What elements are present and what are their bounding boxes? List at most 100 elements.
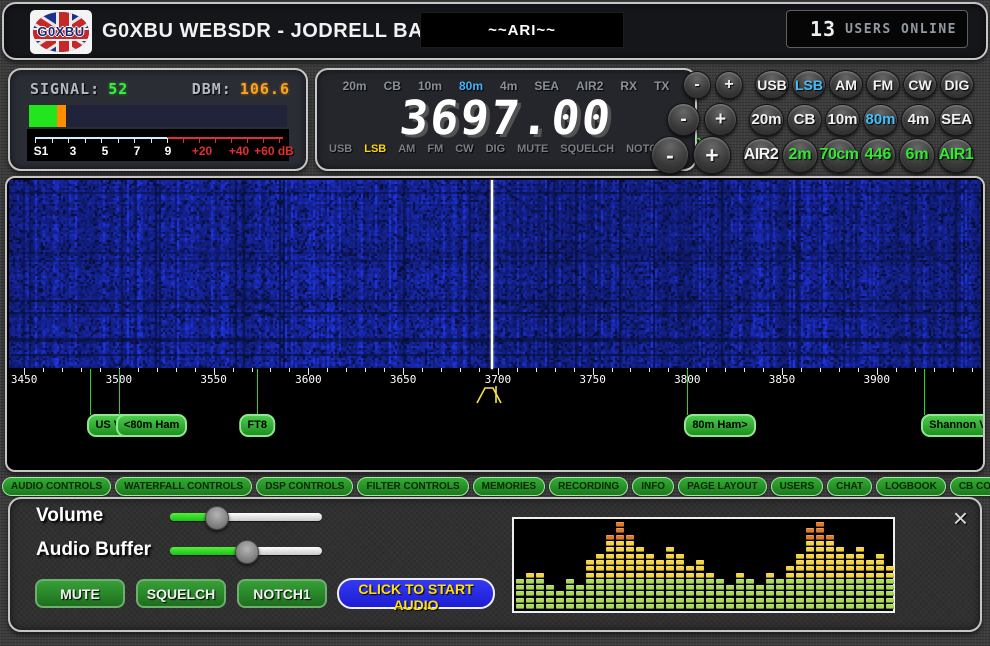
eq-segment — [886, 585, 894, 590]
knob-row-2: -+20mCB10m80m4mSEA — [667, 103, 974, 136]
plus-stepper-sm[interactable]: + — [715, 71, 743, 99]
plus-stepper-md[interactable]: + — [704, 103, 737, 136]
mute-button[interactable]: MUTE — [35, 579, 125, 608]
freq-tick-label: 3550 — [200, 373, 227, 386]
freq-tick — [62, 368, 63, 372]
freq-tick — [422, 368, 423, 372]
eq-segment — [876, 579, 884, 584]
eq-segment — [886, 604, 894, 609]
volume-slider-thumb[interactable] — [205, 506, 229, 530]
eq-segment — [586, 566, 594, 571]
knob-usb[interactable]: USB — [755, 70, 789, 99]
eq-segment — [686, 579, 694, 584]
tab-page-layout[interactable]: PAGE LAYOUT — [678, 477, 767, 496]
squelch-button[interactable]: SQUELCH — [136, 579, 226, 608]
freq-tick — [176, 368, 177, 372]
eq-segment — [786, 585, 794, 590]
eq-segment — [816, 585, 824, 590]
tab-recording[interactable]: RECORDING — [549, 477, 628, 496]
eq-segment — [626, 554, 634, 559]
knob-446[interactable]: 446 — [860, 138, 896, 173]
knob-20m[interactable]: 20m — [749, 104, 784, 136]
eq-segment — [656, 604, 664, 609]
band-marker-80m-ham[interactable]: <80m Ham — [116, 414, 187, 437]
audio-buffer-slider[interactable] — [170, 547, 322, 555]
notch1-button[interactable]: NOTCH1 — [237, 579, 327, 608]
mode-indicator-squelch: SQUELCH — [560, 143, 614, 155]
knob-2m[interactable]: 2m — [782, 138, 818, 173]
tab-filter-controls[interactable]: FILTER CONTROLS — [357, 477, 468, 496]
audio-buffer-label: Audio Buffer — [36, 539, 151, 561]
eq-segment — [816, 554, 824, 559]
waterfall-display[interactable] — [9, 180, 981, 368]
eq-segment — [806, 585, 814, 590]
eq-segment — [586, 560, 594, 565]
eq-segment — [876, 591, 884, 596]
knob-cw[interactable]: CW — [903, 70, 937, 99]
eq-segment — [646, 573, 654, 578]
eq-segment — [796, 591, 804, 596]
tab-users[interactable]: USERS — [771, 477, 823, 496]
tab-memories[interactable]: MEMORIES — [473, 477, 545, 496]
tab-waterfall-controls[interactable]: WATERFALL CONTROLS — [115, 477, 252, 496]
eq-segment — [526, 579, 534, 584]
knob-air1[interactable]: AIR1 — [938, 138, 974, 173]
eq-segment — [696, 566, 704, 571]
eq-segment — [776, 579, 784, 584]
close-icon[interactable]: × — [953, 505, 968, 531]
knob-6m[interactable]: 6m — [899, 138, 935, 173]
eq-segment — [626, 591, 634, 596]
knob-air2[interactable]: AIR2 — [743, 138, 779, 173]
audio-buffer-slider-thumb[interactable] — [235, 540, 259, 564]
knob-dig[interactable]: DIG — [940, 70, 974, 99]
knob-80m[interactable]: 80m — [863, 104, 898, 136]
tab-audio-controls[interactable]: AUDIO CONTROLS — [2, 477, 111, 496]
eq-segment — [676, 573, 684, 578]
eq-segment — [576, 585, 584, 590]
eq-segment — [866, 591, 874, 596]
freq-tick-label: 3600 — [295, 373, 322, 386]
tab-info[interactable]: INFO — [632, 477, 674, 496]
eq-segment — [846, 566, 854, 571]
eq-segment — [836, 547, 844, 552]
eq-segment — [566, 604, 574, 609]
eq-segment — [886, 573, 894, 578]
knob-70cm[interactable]: 70cm — [821, 138, 857, 173]
eq-segment — [866, 573, 874, 578]
eq-segment — [636, 547, 644, 552]
knob-10m[interactable]: 10m — [825, 104, 860, 136]
tab-cb-codes[interactable]: CB CODES — [950, 477, 990, 496]
band-marker-shannon-volmet[interactable]: Shannon Volmet — [921, 414, 985, 437]
tab-dsp-controls[interactable]: DSP CONTROLS — [256, 477, 353, 496]
eq-segment — [806, 566, 814, 571]
knob-fm[interactable]: FM — [866, 70, 900, 99]
knob-sea[interactable]: SEA — [939, 104, 974, 136]
volume-slider[interactable] — [170, 513, 322, 521]
eq-segment — [826, 591, 834, 596]
eq-segment — [616, 585, 624, 590]
knob-4m[interactable]: 4m — [901, 104, 936, 136]
tab-logbook[interactable]: LOGBOOK — [876, 477, 946, 496]
eq-segment — [546, 604, 554, 609]
tab-chat[interactable]: CHAT — [827, 477, 872, 496]
freq-tick — [233, 368, 234, 372]
knob-am[interactable]: AM — [829, 70, 863, 99]
knob-lsb[interactable]: LSB — [792, 70, 826, 99]
band-marker-ft8[interactable]: FT8 — [239, 414, 275, 437]
eq-segment — [736, 598, 744, 603]
minus-stepper-md[interactable]: - — [667, 103, 700, 136]
start-audio-button[interactable]: CLICK TO START AUDIO — [337, 578, 495, 609]
knob-cb[interactable]: CB — [787, 104, 822, 136]
frequency-ruler[interactable]: 3450350035503600365037003750380038503900 — [7, 368, 983, 385]
eq-segment — [846, 598, 854, 603]
minus-stepper-lg[interactable]: - — [651, 136, 689, 174]
eq-segment — [606, 585, 614, 590]
tuned-frequency-line — [491, 180, 493, 369]
eq-segment — [776, 585, 784, 590]
eq-segment — [626, 573, 634, 578]
band-marker-80m-ham[interactable]: 80m Ham> — [684, 414, 755, 437]
eq-segment — [816, 535, 824, 540]
minus-stepper-sm[interactable]: - — [683, 71, 711, 99]
eq-segment — [836, 598, 844, 603]
plus-stepper-lg[interactable]: + — [693, 136, 731, 174]
